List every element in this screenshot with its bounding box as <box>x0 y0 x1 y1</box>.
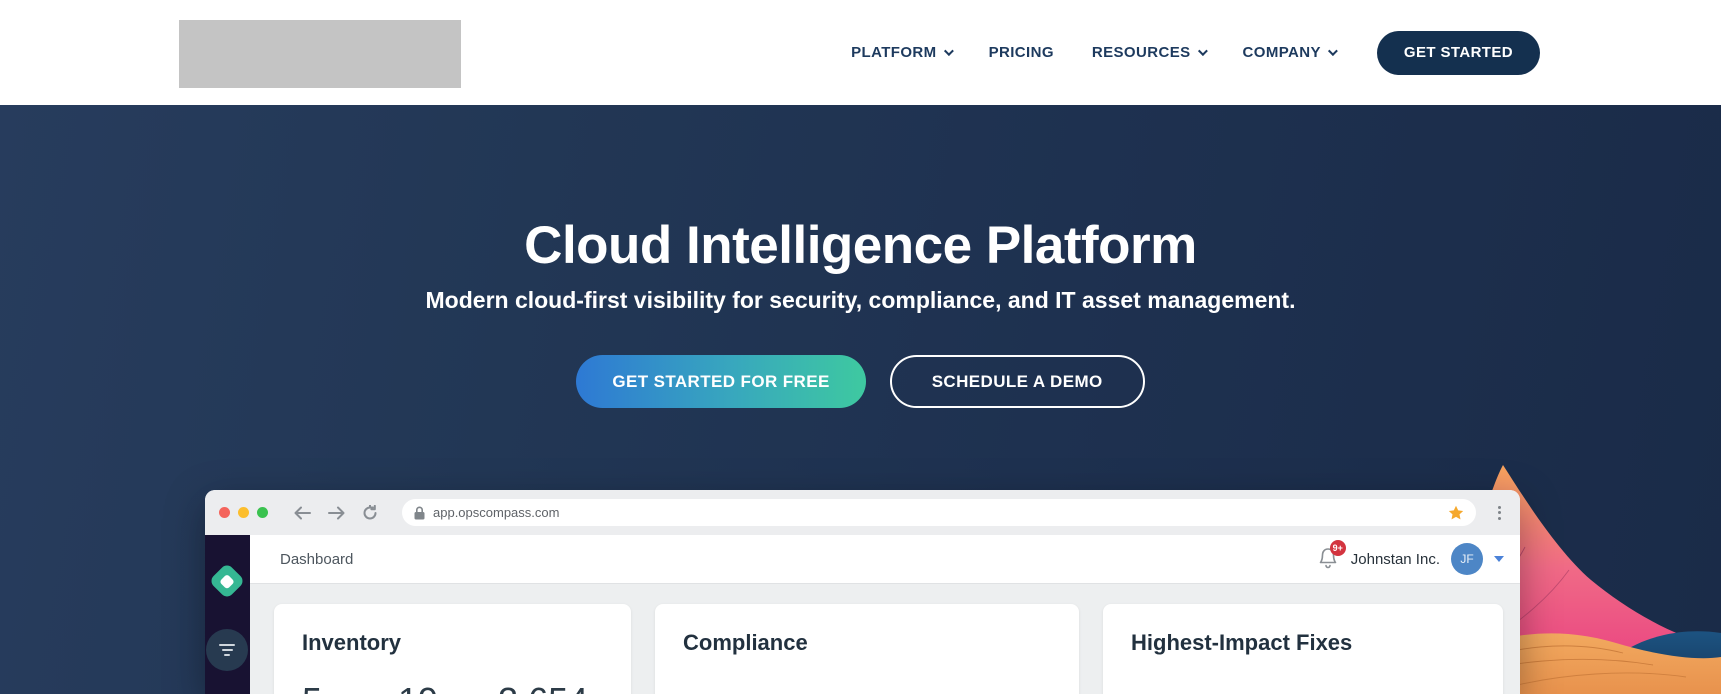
get-started-free-button[interactable]: GET STARTED FOR FREE <box>576 355 866 408</box>
inventory-card: Inventory 5 19 3,654 <box>274 604 631 694</box>
page-title: Dashboard <box>280 550 354 568</box>
get-started-button[interactable]: GET STARTED <box>1376 30 1540 75</box>
maximize-window-icon[interactable] <box>257 507 268 518</box>
hero-subtitle: Modern cloud-first visibility for securi… <box>425 287 1296 313</box>
back-icon[interactable] <box>294 506 311 520</box>
address-bar[interactable]: app.opscompass.com <box>402 499 1476 526</box>
nav-item-company[interactable]: COMPANY <box>1242 44 1338 61</box>
chevron-down-icon <box>1327 46 1338 57</box>
schedule-demo-button[interactable]: SCHEDULE A DEMO <box>889 355 1145 408</box>
main-nav: PLATFORM PRICING RESOURCES COMPANY GET S… <box>851 0 1540 105</box>
nav-item-platform[interactable]: PLATFORM <box>851 44 954 61</box>
chevron-down-icon <box>1197 46 1208 57</box>
stat-value: 5 <box>302 680 322 694</box>
browser-nav-buttons <box>294 504 378 521</box>
app-sidebar <box>205 535 250 694</box>
nav-item-label: PRICING <box>988 44 1054 61</box>
dashboard-content: Inventory 5 19 3,654 Compliance <box>250 584 1520 694</box>
close-window-icon[interactable] <box>219 507 230 518</box>
window-controls <box>219 507 268 518</box>
browser-mockup: app.opscompass.com Dashboard 9+ Johnstan… <box>205 490 1520 694</box>
nav-item-pricing[interactable]: PRICING <box>989 44 1054 61</box>
chevron-down-icon <box>943 46 954 57</box>
forward-icon[interactable] <box>328 506 345 520</box>
highest-impact-fixes-card: Highest-Impact Fixes <box>1103 604 1503 694</box>
hero-title: Cloud Intelligence Platform <box>524 216 1197 275</box>
stat-value: 19 <box>398 680 438 694</box>
avatar[interactable]: JF <box>1451 543 1483 575</box>
nav-item-label: PLATFORM <box>851 44 937 61</box>
inventory-stats: 5 19 3,654 <box>302 680 603 694</box>
bookmark-star-icon[interactable] <box>1448 505 1464 521</box>
hero-cta-row: GET STARTED FOR FREE SCHEDULE A DEMO <box>0 355 1721 408</box>
lock-icon <box>414 506 425 519</box>
card-title: Highest-Impact Fixes <box>1131 630 1353 655</box>
stat-value: 3,654 <box>498 680 588 694</box>
nav-item-resources[interactable]: RESOURCES <box>1091 44 1208 61</box>
notifications-bell-icon[interactable]: 9+ <box>1318 540 1346 571</box>
card-title: Inventory <box>302 630 402 655</box>
card-title: Compliance <box>683 630 808 655</box>
filter-icon[interactable] <box>206 629 248 671</box>
notification-badge: 9+ <box>1329 540 1346 556</box>
landing-page: PLATFORM PRICING RESOURCES COMPANY GET S… <box>0 0 1721 694</box>
url-text: app.opscompass.com <box>433 505 560 520</box>
app-header: Dashboard 9+ Johnstan Inc. JF <box>250 535 1520 584</box>
dashboard-cards-row: Inventory 5 19 3,654 Compliance <box>274 604 1503 694</box>
app-logo-diamond-icon[interactable] <box>208 562 246 600</box>
refresh-icon[interactable] <box>362 504 378 521</box>
nav-item-label: RESOURCES <box>1091 44 1191 61</box>
browser-menu-icon[interactable] <box>1492 505 1506 520</box>
site-header: PLATFORM PRICING RESOURCES COMPANY GET S… <box>0 0 1721 105</box>
compliance-card: Compliance <box>655 604 1079 694</box>
org-name[interactable]: Johnstan Inc. <box>1351 551 1440 568</box>
browser-chrome-bar: app.opscompass.com <box>205 490 1520 535</box>
site-logo[interactable] <box>179 20 461 88</box>
minimize-window-icon[interactable] <box>238 507 249 518</box>
account-area: 9+ Johnstan Inc. JF <box>1318 540 1504 575</box>
nav-item-label: COMPANY <box>1242 44 1321 61</box>
compliance-gauge <box>683 676 1051 694</box>
account-dropdown-caret-icon[interactable] <box>1494 556 1504 562</box>
